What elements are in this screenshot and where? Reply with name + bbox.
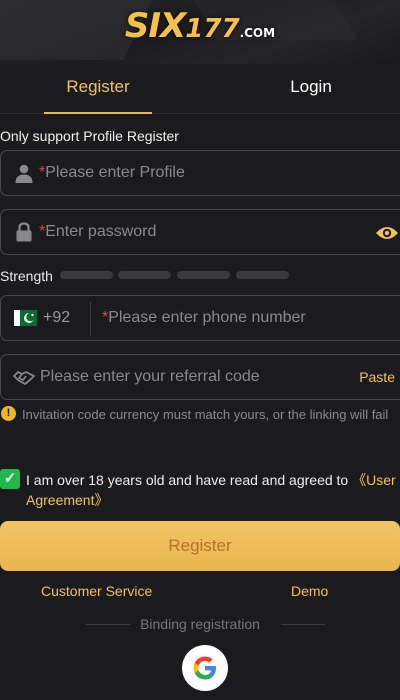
- agreement-checkbox[interactable]: ✓: [0, 469, 20, 489]
- lock-icon: [16, 222, 32, 242]
- logo-text: SIX: [124, 6, 186, 46]
- profile-placeholder: *Please enter Profile: [39, 164, 185, 181]
- handshake-icon: [13, 371, 35, 385]
- demo-link[interactable]: Demo: [291, 583, 328, 599]
- password-input[interactable]: *Enter password: [0, 209, 400, 255]
- google-login-button[interactable]: [182, 645, 228, 691]
- agreement-text: I am over 18 years old and have read and…: [26, 470, 400, 510]
- logo-number: 177: [185, 14, 240, 44]
- pakistan-flag-icon[interactable]: [14, 310, 37, 326]
- logo-suffix: .COM: [239, 26, 276, 40]
- customer-service-link[interactable]: Customer Service: [41, 583, 152, 599]
- phone-input[interactable]: +92 *Please enter phone number: [0, 295, 400, 341]
- strength-bar: [118, 271, 171, 279]
- eye-icon[interactable]: [375, 225, 399, 241]
- phone-placeholder: *Please enter phone number: [102, 309, 306, 326]
- register-button[interactable]: Register: [0, 521, 400, 571]
- divider-line: [281, 624, 325, 625]
- agreement-label: I am over 18 years old and have read and…: [26, 472, 353, 488]
- tab-login-label: Login: [290, 77, 332, 96]
- phone-prefix[interactable]: +92: [43, 309, 70, 327]
- auth-tabs: Register Login: [0, 64, 400, 114]
- tab-register-label: Register: [66, 77, 130, 96]
- referral-placeholder: Please enter your referral code: [40, 368, 260, 385]
- active-tab-indicator: [44, 112, 152, 114]
- strength-bar: [236, 271, 289, 279]
- user-icon: [15, 164, 33, 183]
- strength-label: Strength: [0, 268, 53, 284]
- site-logo: SIX177.COM: [0, 6, 400, 46]
- strength-bar: [60, 271, 113, 279]
- referral-notice: Invitation code currency must match your…: [22, 407, 389, 422]
- warning-icon: !: [1, 406, 16, 421]
- tab-register[interactable]: Register: [44, 64, 152, 114]
- tab-login[interactable]: Login: [256, 64, 366, 114]
- referral-code-input[interactable]: Please enter your referral code Paste: [0, 354, 400, 400]
- check-icon: ✓: [3, 470, 17, 487]
- binding-registration-label: Binding registration: [140, 616, 260, 632]
- password-placeholder: *Enter password: [39, 223, 157, 240]
- paste-button[interactable]: Paste: [359, 369, 395, 385]
- google-icon: [193, 656, 216, 680]
- register-subtitle: Only support Profile Register: [0, 128, 179, 144]
- strength-bar: [177, 271, 230, 279]
- prefix-divider: [90, 302, 91, 336]
- profile-input[interactable]: *Please enter Profile: [0, 150, 400, 196]
